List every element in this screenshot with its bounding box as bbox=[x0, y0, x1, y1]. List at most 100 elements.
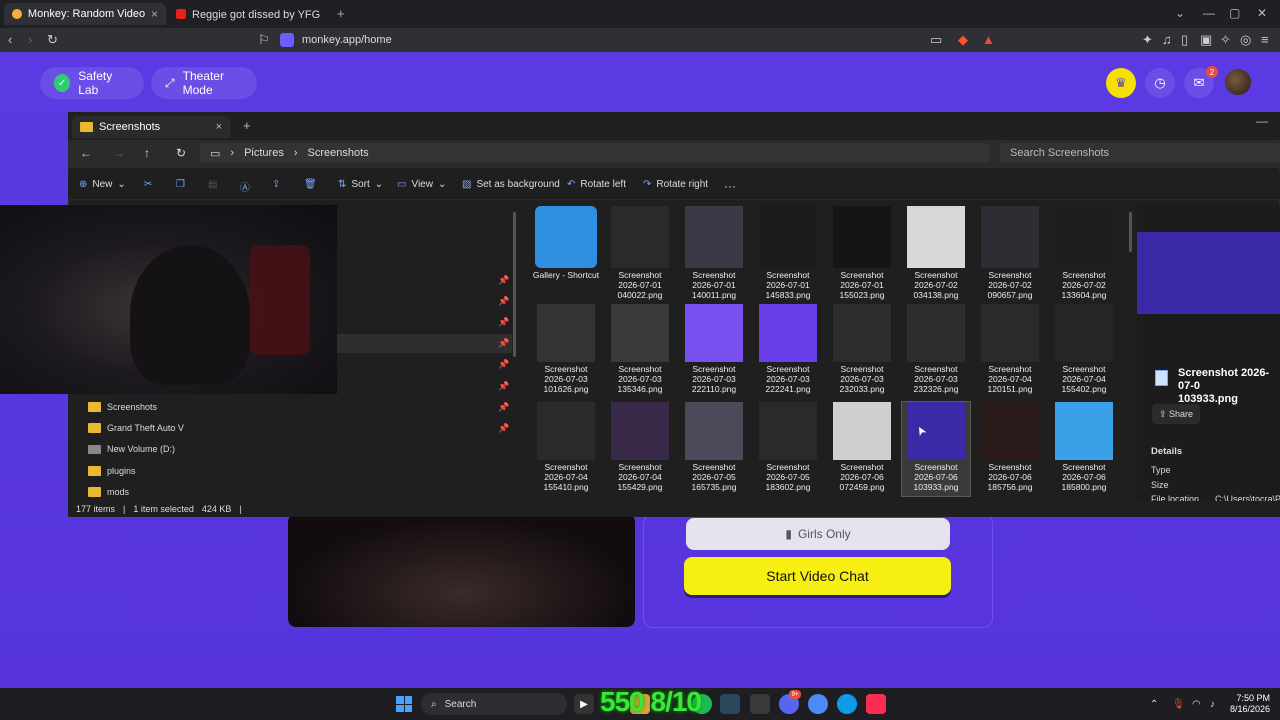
file-item[interactable]: Screenshot 2026-07-04 120151.png bbox=[974, 304, 1046, 394]
copy-button[interactable]: ❐ bbox=[176, 179, 185, 190]
maximize-icon[interactable]: ▢ bbox=[1229, 6, 1240, 20]
view-button[interactable]: ▭ View ⌄ bbox=[397, 179, 446, 190]
file-item[interactable]: Screenshot 2026-07-06 185800.png bbox=[1048, 402, 1120, 492]
start-video-chat-button[interactable]: Start Video Chat bbox=[684, 557, 951, 595]
file-item[interactable]: Screenshot 2026-07-05 165735.png bbox=[678, 402, 750, 492]
edge-icon[interactable] bbox=[837, 694, 857, 714]
avatar[interactable] bbox=[1223, 67, 1253, 97]
history-button[interactable]: ◷ bbox=[1145, 68, 1175, 98]
nav-item-screenshots[interactable]: Screenshots bbox=[88, 397, 157, 417]
bookmark-icon[interactable]: ⚐ bbox=[258, 32, 270, 48]
file-item[interactable]: Screenshot 2026-07-03 222110.png bbox=[678, 304, 750, 394]
file-item[interactable]: Screenshot 2026-07-04 155410.png bbox=[530, 402, 602, 492]
taskbar-search[interactable]: ⌕ Search bbox=[421, 693, 567, 715]
explorer-new-tab-icon[interactable]: + bbox=[243, 118, 251, 133]
nav-item-mods[interactable]: mods bbox=[88, 482, 129, 502]
nav-item-drive-d[interactable]: New Volume (D:) bbox=[88, 439, 175, 459]
file-item[interactable]: Screenshot 2026-07-02 090657.png bbox=[974, 206, 1046, 300]
nav-scrollbar[interactable] bbox=[513, 212, 516, 357]
close-icon[interactable]: × bbox=[216, 121, 222, 133]
set-background-button[interactable]: ▨ Set as background bbox=[462, 179, 560, 190]
file-item[interactable]: Screenshot 2026-07-01 140011.png bbox=[678, 206, 750, 300]
file-item[interactable]: Screenshot 2026-07-01 040022.png bbox=[604, 206, 676, 300]
extensions-icon[interactable]: ✦ bbox=[1142, 32, 1153, 48]
vpn-icon[interactable]: ◎ bbox=[1240, 32, 1251, 48]
explorer-minimize-icon[interactable]: — bbox=[1256, 114, 1268, 128]
taskbar-clock[interactable]: 7:50 PM 8/16/2026 bbox=[1230, 693, 1270, 715]
sidebar-icon[interactable]: ▯ bbox=[1181, 32, 1188, 48]
address-bar[interactable]: monkey.app/home bbox=[280, 31, 1000, 49]
file-item[interactable]: Screenshot 2026-07-03 232033.png bbox=[826, 304, 898, 394]
rotate-left-button[interactable]: ↶ Rotate left bbox=[567, 179, 626, 190]
cut-button[interactable]: ✂ bbox=[144, 179, 152, 190]
forward-icon[interactable]: › bbox=[28, 32, 32, 47]
file-item[interactable]: Screenshot 2026-07-03 101626.png bbox=[530, 304, 602, 394]
file-item[interactable]: Screenshot 2026-07-02 133604.png bbox=[1048, 206, 1120, 300]
share-button[interactable]: ⇪ bbox=[272, 179, 280, 190]
nav-selected-row[interactable] bbox=[337, 334, 512, 353]
nav-item-gta[interactable]: Grand Theft Auto V bbox=[88, 418, 184, 438]
windows-start-icon[interactable] bbox=[396, 696, 412, 712]
steam-icon[interactable] bbox=[720, 694, 740, 714]
explorer-tab-screenshots[interactable]: Screenshots × bbox=[72, 116, 230, 138]
wifi-icon[interactable]: ◠ bbox=[1192, 699, 1201, 710]
mic-icon[interactable]: 🎙 bbox=[1172, 699, 1185, 710]
sort-button[interactable]: ⇅ Sort ⌄ bbox=[338, 179, 383, 190]
wallet-icon[interactable]: ▣ bbox=[1200, 32, 1212, 48]
tiktok-icon[interactable] bbox=[866, 694, 886, 714]
window-close-icon[interactable]: ✕ bbox=[1257, 6, 1267, 20]
tab-youtube[interactable]: Reggie got dissed by YFG Fatso 😂😂 bbox=[168, 3, 332, 25]
back-icon[interactable]: ‹ bbox=[8, 32, 12, 47]
file-item[interactable]: Screenshot 2026-07-02 034138.png bbox=[900, 206, 972, 300]
paste-button[interactable]: ▤ bbox=[208, 179, 217, 190]
refresh-icon[interactable]: ↻ bbox=[176, 146, 186, 160]
explorer-search-input[interactable]: Search Screenshots bbox=[1000, 143, 1280, 163]
forward-arrow-icon[interactable]: → bbox=[113, 146, 125, 160]
crown-button[interactable]: ♛ bbox=[1106, 68, 1136, 98]
file-item[interactable]: Screenshot 2026-07-04 155402.png bbox=[1048, 304, 1120, 394]
close-icon[interactable]: × bbox=[151, 7, 158, 21]
minimize-icon[interactable]: — bbox=[1203, 6, 1215, 20]
breadcrumb-pictures[interactable]: Pictures bbox=[244, 147, 284, 159]
rotate-right-button[interactable]: ↷ Rotate right bbox=[643, 179, 708, 190]
safety-lab-button[interactable]: ✓ Safety Lab bbox=[40, 67, 144, 99]
breadcrumb-screenshots[interactable]: Screenshots bbox=[308, 147, 369, 159]
file-item[interactable]: Screenshot 2026-07-04 155429.png bbox=[604, 402, 676, 492]
menu-icon[interactable]: ≡ bbox=[1261, 32, 1269, 47]
file-item[interactable]: Screenshot 2026-07-05 183602.png bbox=[752, 402, 824, 492]
new-button[interactable]: ⊕ New ⌄ bbox=[79, 179, 126, 190]
file-item[interactable]: Gallery - Shortcut bbox=[530, 206, 602, 280]
rename-button[interactable]: Ⓐ bbox=[240, 179, 250, 194]
breadcrumb[interactable]: ▭ › Pictures › Screenshots bbox=[200, 143, 990, 163]
reload-icon[interactable]: ↻ bbox=[47, 32, 58, 48]
theater-mode-button[interactable]: ⤢ Theater Mode bbox=[151, 67, 257, 99]
delete-button[interactable]: 🗑 bbox=[304, 179, 317, 190]
file-item[interactable]: Screenshot 2026-07-01 155023.png bbox=[826, 206, 898, 300]
file-item[interactable]: Screenshot 2026-07-01 145833.png bbox=[752, 206, 824, 300]
nav-item-plugins[interactable]: plugins bbox=[88, 461, 136, 481]
more-options-button[interactable]: ··· bbox=[724, 179, 736, 193]
brave-rewards-icon[interactable]: ▲ bbox=[982, 32, 995, 47]
tray-chevron-icon[interactable]: ⌃ bbox=[1150, 699, 1158, 710]
up-arrow-icon[interactable]: ↑ bbox=[144, 146, 150, 160]
tab-monkey[interactable]: Monkey: Random Video Chat × bbox=[4, 3, 166, 25]
details-share-button[interactable]: ⇪ Share bbox=[1152, 404, 1200, 424]
file-item[interactable]: Screenshot 2026-07-03 222241.png bbox=[752, 304, 824, 394]
music-icon[interactable]: ♫ bbox=[1162, 32, 1172, 47]
file-item[interactable]: Screenshot 2026-07-06 103933.png bbox=[900, 402, 972, 492]
file-item[interactable]: Screenshot 2026-07-03 135346.png bbox=[604, 304, 676, 394]
file-item[interactable]: Screenshot 2026-07-06 072459.png bbox=[826, 402, 898, 492]
grid-scrollbar[interactable] bbox=[1129, 212, 1132, 252]
media-player-icon[interactable]: ▶ bbox=[574, 694, 594, 714]
volume-icon[interactable]: ♪ bbox=[1210, 699, 1215, 710]
brave-shield-icon[interactable]: ◆ bbox=[958, 32, 968, 48]
new-tab-button[interactable]: + bbox=[337, 6, 345, 21]
cast-icon[interactable]: ▭ bbox=[930, 32, 942, 48]
leo-icon[interactable]: ✧ bbox=[1220, 32, 1231, 48]
back-arrow-icon[interactable]: ← bbox=[80, 146, 92, 160]
file-item[interactable]: Screenshot 2026-07-06 185756.png bbox=[974, 402, 1046, 492]
tab-search-icon[interactable]: ⌄ bbox=[1175, 6, 1185, 20]
file-item[interactable]: Screenshot 2026-07-03 232326.png bbox=[900, 304, 972, 394]
xbox-icon[interactable] bbox=[750, 694, 770, 714]
chrome-icon[interactable] bbox=[808, 694, 828, 714]
